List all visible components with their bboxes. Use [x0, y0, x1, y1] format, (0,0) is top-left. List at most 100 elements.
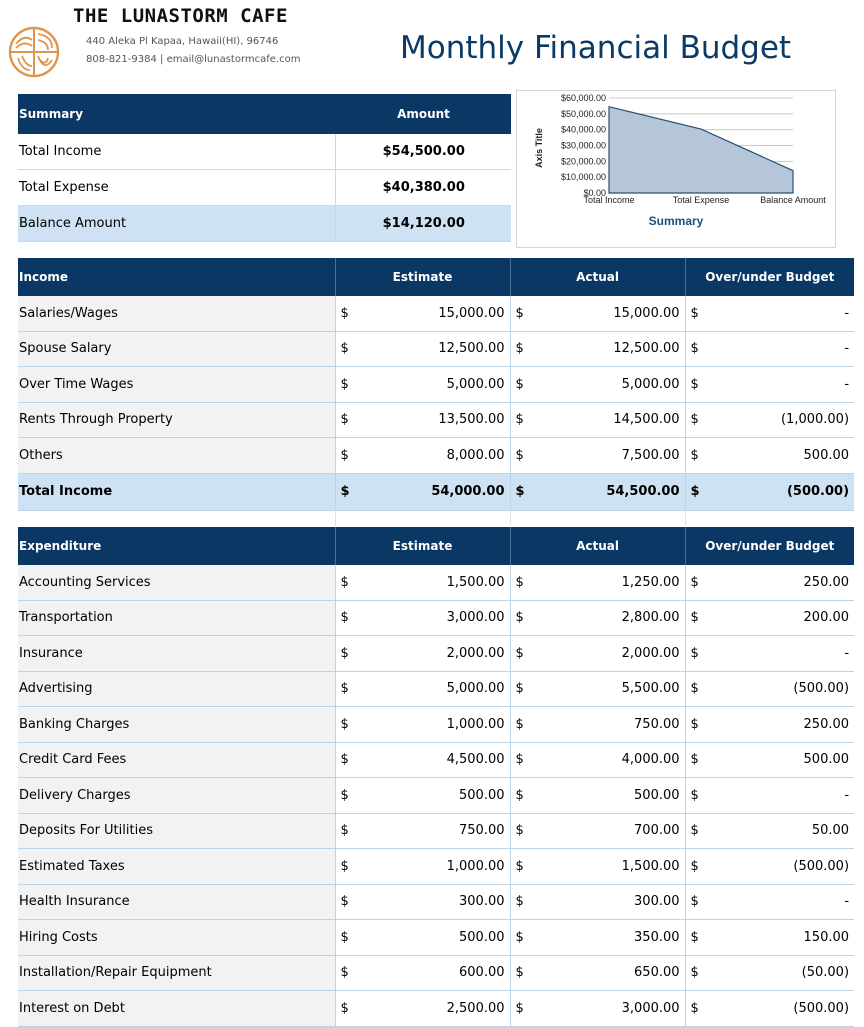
- currency-symbol: $: [685, 636, 707, 672]
- estimate-value: 12,500.00: [357, 331, 510, 367]
- actual-value: 350.00: [532, 920, 685, 956]
- row-label: Banking Charges: [18, 707, 335, 743]
- row-label: Insurance: [18, 636, 335, 672]
- row-label: Transportation: [18, 600, 335, 636]
- currency-symbol: $: [335, 367, 357, 403]
- currency-symbol: $: [510, 671, 532, 707]
- currency-symbol: $: [335, 707, 357, 743]
- variance-value: -: [707, 636, 854, 672]
- currency-symbol: $: [335, 600, 357, 636]
- currency-symbol: $: [335, 991, 357, 1027]
- estimate-value: 15,000.00: [357, 296, 510, 331]
- table-row[interactable]: Delivery Charges$500.00$500.00$-: [18, 778, 854, 814]
- summary-row[interactable]: Total Expense $40,380.00: [18, 170, 511, 206]
- income-table: Income Estimate Actual Over/under Budget…: [18, 258, 854, 511]
- actual-value: 5,000.00: [532, 367, 685, 403]
- variance-value: (500.00): [707, 991, 854, 1027]
- company-address: 440 Aleka Pl Kapaa, Hawaii(HI), 96746: [86, 36, 278, 47]
- table-row[interactable]: Advertising$5,000.00$5,500.00$(500.00): [18, 671, 854, 707]
- summary-header: Summary: [18, 94, 335, 134]
- variance-value: -: [707, 296, 854, 331]
- table-row[interactable]: Banking Charges$1,000.00$750.00$250.00: [18, 707, 854, 743]
- variance-value: -: [707, 778, 854, 814]
- row-label: Delivery Charges: [18, 778, 335, 814]
- table-row[interactable]: Health Insurance$300.00$300.00$-: [18, 884, 854, 920]
- actual-value: 3,000.00: [532, 991, 685, 1027]
- actual-value: 15,000.00: [532, 296, 685, 331]
- table-row[interactable]: Credit Card Fees$4,500.00$4,000.00$500.0…: [18, 742, 854, 778]
- page-title: Monthly Financial Budget: [400, 30, 791, 66]
- currency-symbol: $: [685, 367, 707, 403]
- estimate-value: 1,500.00: [357, 565, 510, 600]
- y-tick-label: $50,000.00: [561, 109, 606, 119]
- estimate-value: 600.00: [357, 955, 510, 991]
- actual-value: 5,500.00: [532, 671, 685, 707]
- currency-symbol: $: [685, 742, 707, 778]
- y-tick-label: $20,000.00: [561, 156, 606, 166]
- table-row[interactable]: Over Time Wages$5,000.00$5,000.00$-: [18, 367, 854, 403]
- currency-symbol: $: [510, 813, 532, 849]
- company-contact: 808-821-9384 | email@lunastormcafe.com: [86, 54, 301, 65]
- currency-symbol: $: [510, 884, 532, 920]
- table-row[interactable]: Hiring Costs$500.00$350.00$150.00: [18, 920, 854, 956]
- actual-value: 750.00: [532, 707, 685, 743]
- actual-header: Actual: [510, 258, 685, 296]
- variance-value: (50.00): [707, 955, 854, 991]
- currency-symbol: $: [510, 438, 532, 474]
- estimate-value: 13,500.00: [357, 402, 510, 438]
- summary-table: Summary Amount Total Income $54,500.00 T…: [18, 94, 511, 242]
- table-row[interactable]: Salaries/Wages$15,000.00$15,000.00$-: [18, 296, 854, 331]
- estimate-value: 4,500.00: [357, 742, 510, 778]
- currency-symbol: $: [685, 671, 707, 707]
- summary-area-chart: $0.00$10,000.00$20,000.00$30,000.00$40,0…: [517, 91, 835, 247]
- summary-label: Total Income: [18, 134, 335, 170]
- table-row[interactable]: Transportation$3,000.00$2,800.00$200.00: [18, 600, 854, 636]
- row-label: Credit Card Fees: [18, 742, 335, 778]
- summary-row[interactable]: Total Income $54,500.00: [18, 134, 511, 170]
- table-row[interactable]: Accounting Services$1,500.00$1,250.00$25…: [18, 565, 854, 600]
- estimate-header: Estimate: [335, 258, 510, 296]
- currency-symbol: $: [335, 955, 357, 991]
- row-label: Others: [18, 438, 335, 474]
- variance-header: Over/under Budget: [685, 527, 854, 565]
- expenditure-header: Expenditure: [18, 527, 335, 565]
- currency-symbol: $: [685, 402, 707, 438]
- row-label: Installation/Repair Equipment: [18, 955, 335, 991]
- summary-value: $14,120.00: [335, 206, 511, 242]
- table-row[interactable]: Rents Through Property$13,500.00$14,500.…: [18, 402, 854, 438]
- currency-symbol: $: [510, 636, 532, 672]
- total-row[interactable]: Total Income$54,000.00$54,500.00$(500.00…: [18, 473, 854, 510]
- summary-value: $54,500.00: [335, 134, 511, 170]
- actual-value: 500.00: [532, 778, 685, 814]
- summary-row[interactable]: Balance Amount $14,120.00: [18, 206, 511, 242]
- currency-symbol: $: [335, 920, 357, 956]
- row-label: Estimated Taxes: [18, 849, 335, 885]
- table-row[interactable]: Others$8,000.00$7,500.00$500.00: [18, 438, 854, 474]
- currency-symbol: $: [685, 778, 707, 814]
- variance-value: -: [707, 331, 854, 367]
- table-row[interactable]: Installation/Repair Equipment$600.00$650…: [18, 955, 854, 991]
- variance-header: Over/under Budget: [685, 258, 854, 296]
- income-header: Income: [18, 258, 335, 296]
- actual-value: 4,000.00: [532, 742, 685, 778]
- variance-value: 200.00: [707, 600, 854, 636]
- area-series: [609, 107, 793, 193]
- currency-symbol: $: [335, 331, 357, 367]
- variance-value: -: [707, 884, 854, 920]
- summary-chart[interactable]: $0.00$10,000.00$20,000.00$30,000.00$40,0…: [516, 90, 836, 248]
- currency-symbol: $: [685, 473, 707, 510]
- table-row[interactable]: Interest on Debt$2,500.00$3,000.00$(500.…: [18, 991, 854, 1027]
- table-row[interactable]: Estimated Taxes$1,000.00$1,500.00$(500.0…: [18, 849, 854, 885]
- variance-value: (500.00): [707, 849, 854, 885]
- table-row[interactable]: Spouse Salary$12,500.00$12,500.00$-: [18, 331, 854, 367]
- variance-value: -: [707, 367, 854, 403]
- row-label: Salaries/Wages: [18, 296, 335, 331]
- currency-symbol: $: [510, 402, 532, 438]
- table-row[interactable]: Insurance$2,000.00$2,000.00$-: [18, 636, 854, 672]
- expenditure-table: Expenditure Estimate Actual Over/under B…: [18, 527, 854, 1027]
- currency-symbol: $: [510, 600, 532, 636]
- table-row[interactable]: Deposits For Utilities$750.00$700.00$50.…: [18, 813, 854, 849]
- summary-label: Balance Amount: [18, 206, 335, 242]
- summary-value: $40,380.00: [335, 170, 511, 206]
- currency-symbol: $: [685, 565, 707, 600]
